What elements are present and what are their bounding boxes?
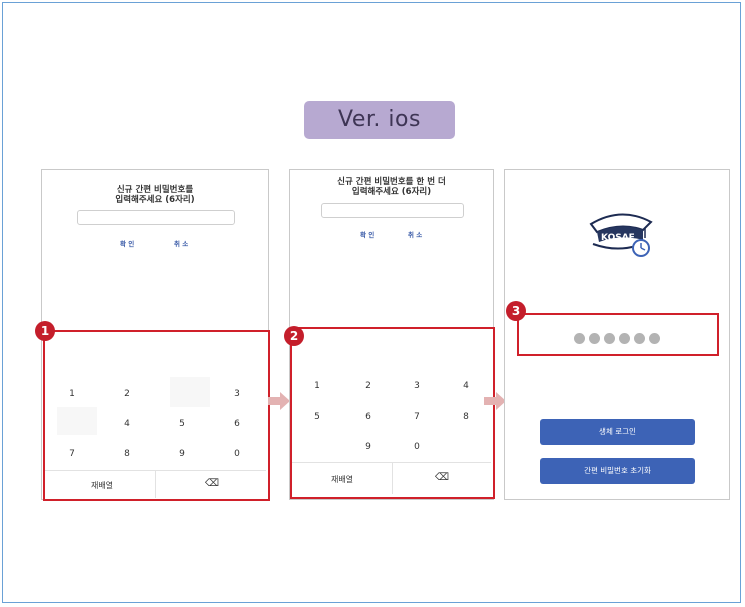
cancel-link[interactable]: 취 소 xyxy=(408,229,422,239)
password-dot xyxy=(604,333,615,344)
password-dot xyxy=(574,333,585,344)
cancel-link[interactable]: 취 소 xyxy=(174,238,188,248)
screen-1-title-line1: 신규 간편 비밀번호를 xyxy=(116,185,194,195)
screen-2-title-line1: 신규 간편 비밀번호를 한 번 더 xyxy=(337,177,446,187)
password-dot xyxy=(649,333,660,344)
right-arrow-icon xyxy=(268,392,290,410)
version-badge: Ver. ios xyxy=(304,101,455,139)
password-confirm-input[interactable] xyxy=(321,203,464,218)
biometric-login-button[interactable]: 생체 로그인 xyxy=(540,419,695,445)
highlight-box-2 xyxy=(290,327,495,499)
reset-password-button[interactable]: 간편 비밀번호 초기화 xyxy=(540,458,695,484)
right-arrow-icon xyxy=(484,392,506,410)
step-number-1: 1 xyxy=(35,321,55,341)
password-dot xyxy=(634,333,645,344)
password-dot xyxy=(589,333,600,344)
step-number-2: 2 xyxy=(284,326,304,346)
screen-1-title-line2: 입력해주세요 (6자리) xyxy=(115,195,195,205)
password-dot xyxy=(619,333,630,344)
confirm-link[interactable]: 확 인 xyxy=(120,238,134,248)
password-input[interactable] xyxy=(77,210,235,225)
password-dots xyxy=(505,329,729,348)
confirm-link[interactable]: 확 인 xyxy=(360,229,374,239)
graduation-cap-clock-icon: KOSAF xyxy=(589,213,653,257)
screen-1-new-password: 신규 간편 비밀번호를 입력해주세요 (6자리) 확 인 취 소 1 2 3 4… xyxy=(35,169,270,501)
screen-2-title-line2: 입력해주세요 (6자리) xyxy=(351,187,432,197)
screen-2-confirm-password: 신규 간편 비밀번호를 한 번 더 입력해주세요 (6자리) 확 인 취 소 1… xyxy=(284,169,495,500)
highlight-box-1 xyxy=(43,330,270,501)
logo-text: KOSAF xyxy=(601,233,635,243)
step-number-3: 3 xyxy=(506,301,526,321)
screen-3-login: KOSAF 3 생체 로그인 간편 비밀번호 초기화 xyxy=(504,169,730,500)
